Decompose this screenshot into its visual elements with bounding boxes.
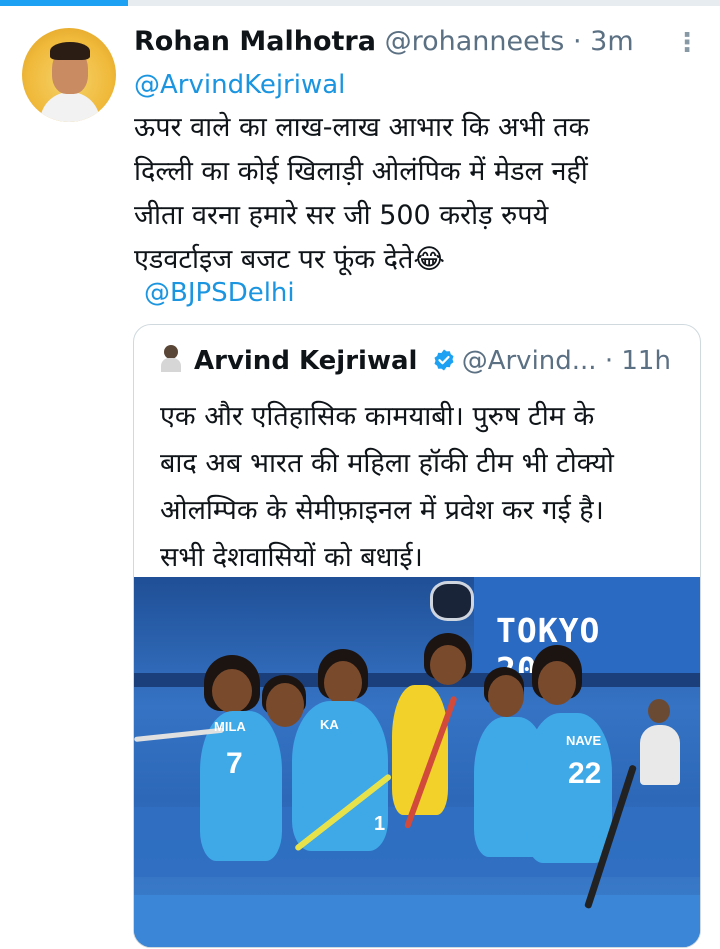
jersey-number: 22 <box>568 757 602 790</box>
tweet-time[interactable]: 3m <box>590 26 633 57</box>
jersey-number: 1 <box>374 813 386 835</box>
tweet-text: ऊपर वाले का लाख-लाख आभार कि अभी तक दिल्ल… <box>134 106 674 282</box>
mention-link[interactable]: @BJPSDelhi <box>144 278 295 308</box>
tweet-text-line: ऊपर वाले का लाख-लाख आभार कि अभी तक <box>134 112 590 143</box>
verified-badge-icon <box>434 349 454 371</box>
quoted-text-line: एक और एतिहासिक कामयाबी। पुरुष टीम के <box>160 401 595 432</box>
more-vertical-icon[interactable]: ⋮ <box>674 30 700 56</box>
quoted-tweet-text: एक और एतिहासिक कामयाबी। पुरुष टीम के बाद… <box>160 393 680 581</box>
tweet-photo[interactable]: TOKYO 2020 7 22 1 MILA KA NAVE <box>134 577 700 947</box>
jersey-text: MILA <box>214 719 246 734</box>
quoted-text-line: सभी देशवासियों को बधाई। <box>160 542 423 573</box>
quoted-text-line: ओलम्पिक के सेमीफ़ाइनल में प्रवेश कर गई ह… <box>160 495 604 526</box>
tweet-text-line: जीता वरना हमारे सर जी 500 करोड़ रुपये <box>134 200 549 231</box>
jersey-number: 7 <box>226 747 243 780</box>
bystander <box>640 725 680 785</box>
separator-dot: · <box>604 346 614 376</box>
quoted-tweet-card[interactable]: Arvind Kejriwal @Arvind... · 11h एक और ए… <box>133 324 701 948</box>
quoted-author-avatar[interactable] <box>160 345 182 373</box>
progress-fill <box>0 0 128 6</box>
quoted-text-line: बाद अब भारत की महिला हॉकी टीम भी टोक्यो <box>160 448 614 479</box>
author-name[interactable]: Rohan Malhotra <box>134 26 376 57</box>
jersey-text: KA <box>320 717 339 732</box>
author-avatar[interactable] <box>22 28 116 122</box>
quoted-author-handle[interactable]: @Arvind... <box>462 346 597 376</box>
quoted-tweet-time[interactable]: 11h <box>621 346 671 376</box>
author-handle[interactable]: @rohanneets <box>385 26 565 57</box>
quoted-author-name[interactable]: Arvind Kejriwal <box>194 346 417 376</box>
tweet-header: Rohan Malhotra @rohanneets · 3m <box>134 26 634 57</box>
quoted-tweet-header: Arvind Kejriwal @Arvind... · 11h <box>160 345 671 376</box>
tweet-text-line: एडवर्टाइज बजट पर फूंक देते😂 <box>134 244 445 275</box>
goalkeeper-helmet <box>430 581 474 621</box>
separator-dot: · <box>572 26 582 57</box>
jersey-text: NAVE <box>566 733 602 748</box>
reply-to-mention[interactable]: @ArvindKejriwal <box>134 70 345 100</box>
tweet-text-line: दिल्ली का कोई खिलाड़ी ओलंपिक में मेडल नह… <box>134 156 588 187</box>
progress-bar <box>0 0 720 6</box>
